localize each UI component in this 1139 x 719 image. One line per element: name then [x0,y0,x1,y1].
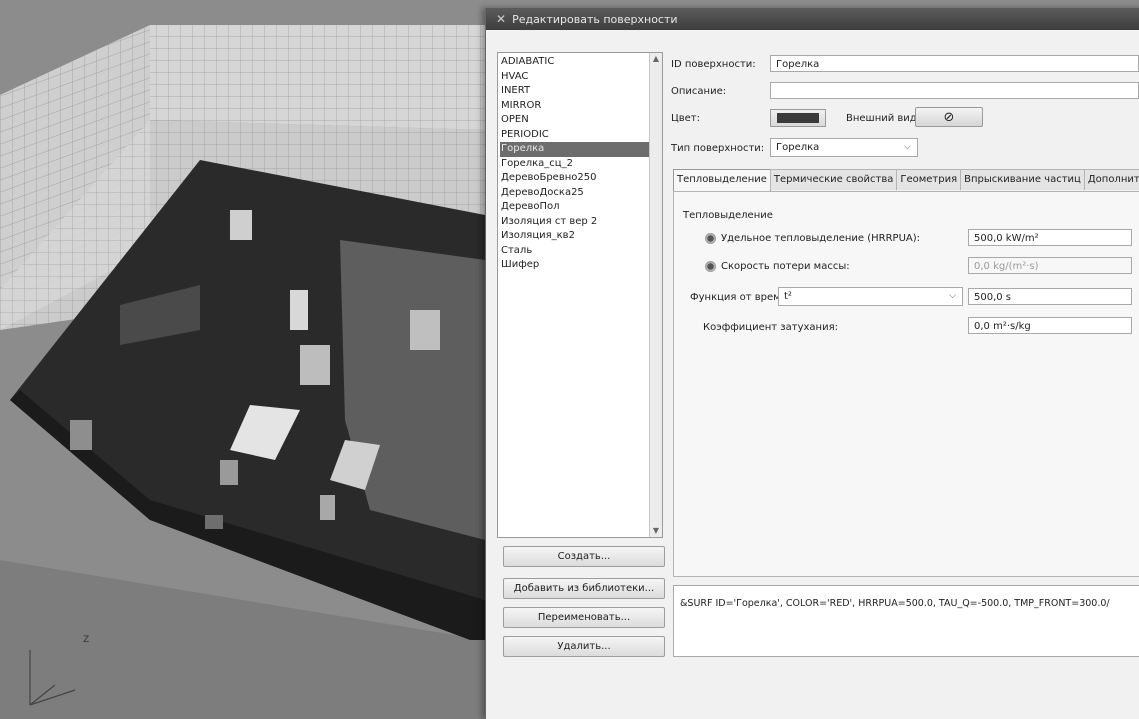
color-picker-button[interactable] [770,109,826,127]
mass-loss-label: Скорость потери массы: [721,261,850,272]
fds-code-preview: &SURF ID='Горелка', COLOR='RED', HRRPUA=… [673,585,1139,657]
tab-0[interactable]: Тепловыделение [673,169,771,192]
surface-list-item[interactable]: OPEN [500,113,662,128]
dialog-titlebar[interactable]: ✕ Редактировать поверхности [486,8,1139,30]
surface-list-item[interactable]: ДеревоПол [500,200,662,215]
surface-id-input[interactable]: Горелка [770,55,1139,72]
tab-1[interactable]: Термические свойства [769,169,898,190]
surface-type-value: Горелка [776,142,820,153]
hrrpua-radio[interactable] [705,233,716,244]
ramp-time-input[interactable]: 500,0 s [968,288,1132,305]
hrrpua-input[interactable]: 500,0 kW/m² [968,229,1132,246]
hrrpua-label: Удельное тепловыделение (HRRPUA): [721,233,921,244]
surface-list-item[interactable]: PERIODIC [500,128,662,143]
surface-list-item[interactable]: MIRROR [500,99,662,114]
surface-type-label: Тип поверхности: [671,143,765,154]
surface-list-item[interactable]: HVAC [500,70,662,85]
surface-list-item[interactable]: Изоляция_кв2 [500,229,662,244]
description-label: Описание: [671,86,727,97]
delete-button[interactable]: Удалить... [503,636,665,657]
surface-type-select[interactable]: Горелка ⌵ [770,138,918,157]
appearance-label: Внешний вид: [846,113,921,124]
time-function-select[interactable]: t² ⌵ [778,287,963,306]
surface-list-item[interactable]: Горелка_сц_2 [500,157,662,172]
mass-loss-input[interactable]: 0,0 kg/(m²·s) [968,257,1132,274]
tab-bar: Тепловыделение Термические свойства Геомет… [673,169,1139,192]
list-scrollbar[interactable]: ▲ ▼ [649,53,662,537]
surface-list-item[interactable]: Сталь [500,244,662,259]
appearance-button[interactable]: ⊘ [915,107,983,127]
no-texture-icon: ⊘ [943,110,955,125]
mass-loss-radio[interactable] [705,261,716,272]
chevron-down-icon: ⌵ [904,142,911,152]
svg-text:Z: Z [83,635,89,645]
heat-release-panel [673,191,1139,577]
damping-label: Коэффициент затухания: [703,322,838,333]
tab-3[interactable]: Впрыскивание частиц [960,169,1085,190]
chevron-down-icon: ⌵ [949,291,956,301]
create-button[interactable]: Создать... [503,546,665,567]
rename-button[interactable]: Переименовать... [503,607,665,628]
surface-list-item[interactable]: ДеревоДоска25 [500,186,662,201]
scroll-down-icon[interactable]: ▼ [650,525,662,537]
surface-list-item[interactable]: Изоляция ст вер 2 [500,215,662,230]
color-label: Цвет: [671,113,701,124]
section-title: Тепловыделение [683,210,773,221]
surface-list-item[interactable]: Шифер [500,258,662,273]
surface-list-item[interactable]: INERT [500,84,662,99]
damping-input[interactable]: 0,0 m²·s/kg [968,317,1132,334]
time-function-value: t² [784,291,792,302]
surface-list-item[interactable]: Горелка [500,142,662,157]
color-chip [777,113,819,123]
dialog-title: Редактировать поверхности [512,12,678,26]
tab-4[interactable]: Дополнительно [1083,169,1139,190]
surface-list-item[interactable]: ДеревоБревно250 [500,171,662,186]
surface-list-item[interactable]: ADIABATIC [500,55,662,70]
surface-list[interactable]: ADIABATIC HVAC INERT MIRROR OPEN PERIODIC Горе… [497,52,663,538]
description-input[interactable] [770,82,1139,99]
tab-2[interactable]: Геометрия [896,169,962,190]
surface-id-label: ID поверхности: [671,59,756,70]
scroll-up-icon[interactable]: ▲ [650,53,662,65]
add-from-library-button[interactable]: Добавить из библиотеки... [503,578,665,599]
app-icon: ✕ [496,12,507,26]
